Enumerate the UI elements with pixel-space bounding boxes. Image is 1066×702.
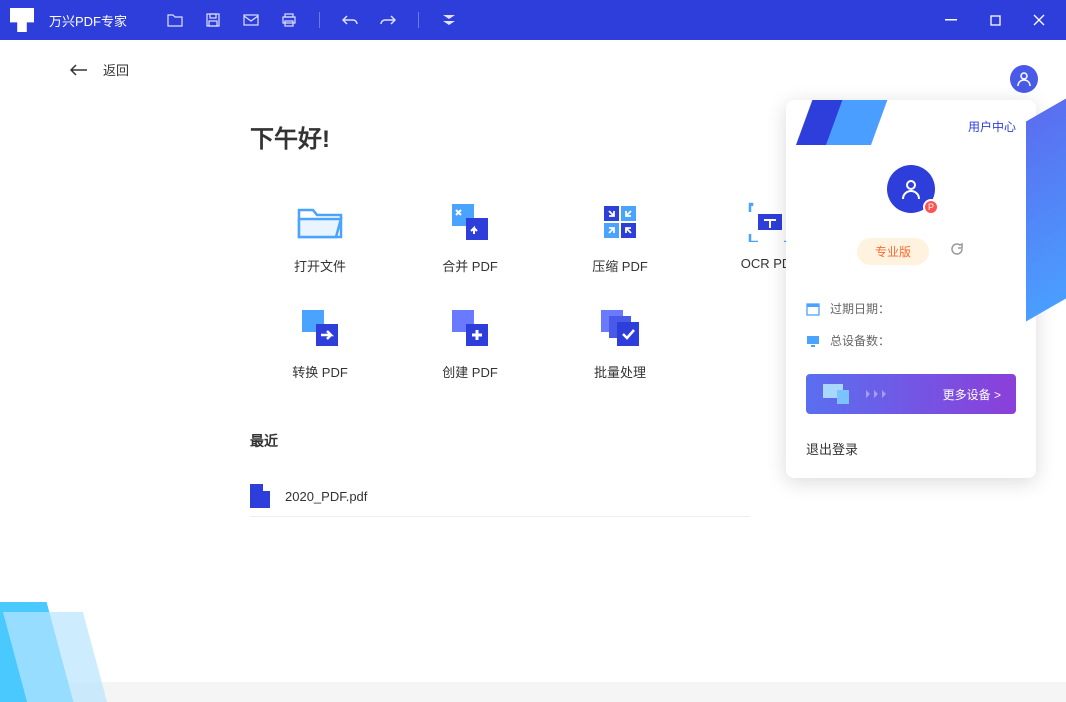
expiry-row: 过期日期： [806, 300, 1016, 317]
user-panel: 用户中心 P 专业版 过期日期： 总设备数： [786, 100, 1036, 478]
recent-file-name: 2020_PDF.pdf [285, 489, 367, 504]
content-area: 返回 下午好! 打开文件 合并 PDF 压缩 PDF OCR PDF 转换 PD… [0, 40, 1066, 682]
arrows-icon [866, 390, 896, 398]
info-section: 过期日期： 总设备数： [786, 300, 1036, 349]
mail-icon[interactable] [243, 12, 259, 28]
action-label: 批量处理 [594, 362, 646, 381]
titlebar: 万兴PDF专家 [0, 0, 1066, 40]
back-label: 返回 [103, 60, 129, 79]
separator [319, 12, 320, 28]
print-icon[interactable] [281, 12, 297, 28]
refresh-icon[interactable] [949, 241, 965, 262]
separator [418, 12, 419, 28]
pro-row: 专业版 [857, 238, 965, 265]
minimize-button[interactable] [944, 13, 958, 27]
calendar-icon [806, 302, 820, 316]
convert-pdf-action[interactable]: 转换 PDF [250, 305, 390, 381]
user-badge-button[interactable] [1010, 65, 1038, 93]
back-button[interactable]: 返回 [70, 60, 1006, 79]
redo-icon[interactable] [380, 12, 396, 28]
merge-icon [445, 199, 495, 244]
person-icon [1016, 71, 1032, 87]
compress-pdf-action[interactable]: 压缩 PDF [550, 199, 690, 275]
close-button[interactable] [1032, 13, 1046, 27]
recent-file-item[interactable]: 2020_PDF.pdf [250, 476, 750, 517]
action-label: 压缩 PDF [592, 256, 648, 275]
right-decoration [1026, 98, 1066, 321]
action-label: 创建 PDF [442, 362, 498, 381]
create-pdf-action[interactable]: 创建 PDF [400, 305, 540, 381]
expiry-label: 过期日期： [830, 300, 890, 317]
toolbar [167, 12, 457, 28]
folder-open-icon [295, 199, 345, 244]
app-title: 万兴PDF专家 [49, 11, 127, 30]
monitor-icon [806, 334, 820, 348]
menu-icon[interactable] [441, 12, 457, 28]
batch-icon [595, 305, 645, 350]
window-controls [944, 13, 1056, 27]
logout-button[interactable]: 退出登录 [786, 439, 1036, 458]
more-devices-button[interactable]: 更多设备 > [806, 374, 1016, 414]
pdf-file-icon [250, 484, 270, 508]
arrow-left-icon [70, 64, 88, 76]
pro-badge: 专业版 [857, 238, 929, 265]
person-icon [899, 177, 923, 201]
action-label: 转换 PDF [292, 362, 348, 381]
folder-icon[interactable] [167, 12, 183, 28]
save-icon[interactable] [205, 12, 221, 28]
more-devices-label: 更多设备 > [943, 386, 1001, 403]
undo-icon[interactable] [342, 12, 358, 28]
panel-header: 用户中心 [786, 100, 1036, 155]
open-file-action[interactable]: 打开文件 [250, 199, 390, 275]
user-center-link[interactable]: 用户中心 [968, 118, 1016, 135]
avatar-section: P 专业版 [786, 165, 1036, 265]
devices-row: 总设备数： [806, 332, 1016, 349]
create-icon [445, 305, 495, 350]
action-label: 合并 PDF [442, 256, 498, 275]
compress-icon [595, 199, 645, 244]
convert-icon [295, 305, 345, 350]
merge-pdf-action[interactable]: 合并 PDF [400, 199, 540, 275]
app-logo-icon [10, 8, 34, 32]
batch-process-action[interactable]: 批量处理 [550, 305, 690, 381]
devices-icon [821, 382, 851, 406]
maximize-button[interactable] [988, 13, 1002, 27]
user-avatar[interactable]: P [887, 165, 935, 213]
pro-badge-icon: P [923, 199, 939, 215]
devices-label: 总设备数： [830, 332, 890, 349]
action-label: 打开文件 [294, 256, 346, 275]
